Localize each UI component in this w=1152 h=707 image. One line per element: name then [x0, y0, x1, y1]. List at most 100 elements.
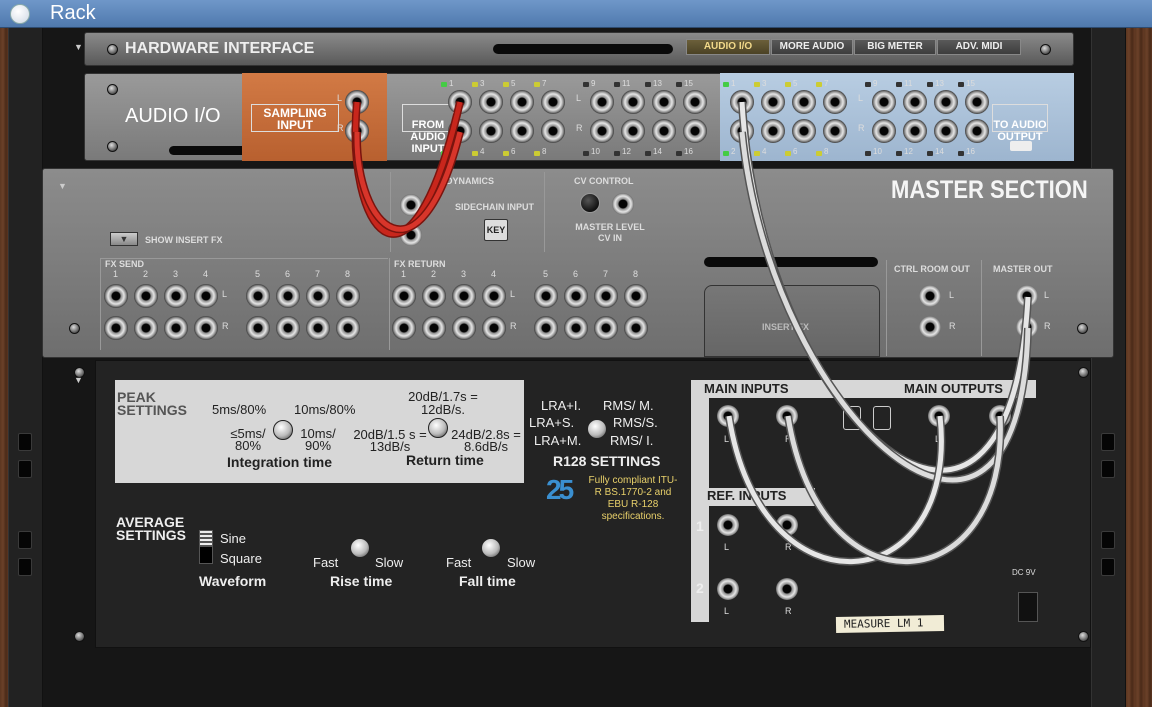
audio-input-jack-10[interactable] [590, 119, 614, 143]
audio-input-jack-3[interactable] [479, 90, 503, 114]
master-out-r-jack[interactable] [1016, 316, 1038, 338]
audio-input-jack-16[interactable] [683, 119, 707, 143]
fx-return-l-jack-2[interactable] [422, 284, 446, 308]
main-input-l-jack[interactable] [717, 405, 739, 427]
audio-output-jack-8[interactable] [823, 119, 847, 143]
fx-send-l-jack-5[interactable] [246, 284, 270, 308]
return-time-knob[interactable] [428, 418, 448, 438]
fx-return-r-jack-2[interactable] [422, 316, 446, 340]
audio-input-jack-8[interactable] [541, 119, 565, 143]
main-output-r-jack[interactable] [989, 405, 1011, 427]
adv-midi-button[interactable]: ADV. MIDI [937, 39, 1021, 55]
fx-return-r-jack-1[interactable] [392, 316, 416, 340]
r128-settings-knob[interactable] [587, 419, 607, 439]
audio-output-jack-6[interactable] [792, 119, 816, 143]
audio-output-jack-15[interactable] [965, 90, 989, 114]
link-switch-icon[interactable] [873, 406, 891, 430]
audio-output-jack-11[interactable] [903, 90, 927, 114]
sampling-input-l-jack[interactable] [345, 90, 369, 114]
audio-input-jack-14[interactable] [652, 119, 676, 143]
audio-input-jack-6[interactable] [510, 119, 534, 143]
collapse-arrow-icon[interactable]: ▼ [74, 375, 83, 385]
audio-input-jack-12[interactable] [621, 119, 645, 143]
window-circle-icon[interactable] [10, 4, 30, 24]
audio-input-jack-5[interactable] [510, 90, 534, 114]
audio-output-jack-4[interactable] [761, 119, 785, 143]
rise-time-knob[interactable] [350, 538, 370, 558]
audio-output-jack-12[interactable] [903, 119, 927, 143]
cv-in-jack[interactable] [612, 193, 634, 215]
fx-return-l-jack-4[interactable] [482, 284, 506, 308]
ctrl-room-out-l-jack[interactable] [919, 285, 941, 307]
link-switch-icon[interactable] [843, 406, 861, 430]
waveform-switch[interactable] [199, 530, 213, 564]
show-insert-fx-button[interactable]: ▼ [110, 232, 138, 246]
collapse-arrow-icon[interactable]: ▼ [74, 42, 83, 52]
audio-output-jack-13[interactable] [934, 90, 958, 114]
fx-send-r-jack-8[interactable] [336, 316, 360, 340]
audio-input-jack-13[interactable] [652, 90, 676, 114]
fx-send-r-jack-1[interactable] [104, 316, 128, 340]
audio-input-jack-7[interactable] [541, 90, 565, 114]
fx-return-l-jack-5[interactable] [534, 284, 558, 308]
audio-input-jack-15[interactable] [683, 90, 707, 114]
fx-return-l-jack-8[interactable] [624, 284, 648, 308]
audio-io-button[interactable]: AUDIO I/O [686, 39, 770, 55]
audio-output-jack-3[interactable] [761, 90, 785, 114]
audio-input-jack-9[interactable] [590, 90, 614, 114]
audio-output-jack-1[interactable] [730, 90, 754, 114]
fx-send-l-jack-8[interactable] [336, 284, 360, 308]
ref2-l-jack[interactable] [717, 578, 739, 600]
fx-send-l-jack-4[interactable] [194, 284, 218, 308]
fall-time-knob[interactable] [481, 538, 501, 558]
insert-fx-area[interactable] [704, 285, 880, 357]
ctrl-room-out-r-jack[interactable] [919, 316, 941, 338]
dc-power-jack[interactable] [1018, 592, 1038, 622]
sidechain-r-jack[interactable] [400, 224, 422, 246]
audio-input-jack-11[interactable] [621, 90, 645, 114]
fx-return-r-jack-7[interactable] [594, 316, 618, 340]
audio-output-jack-5[interactable] [792, 90, 816, 114]
fx-return-r-jack-8[interactable] [624, 316, 648, 340]
fx-send-l-jack-7[interactable] [306, 284, 330, 308]
ref1-l-jack[interactable] [717, 514, 739, 536]
audio-output-jack-14[interactable] [934, 119, 958, 143]
fx-send-r-jack-5[interactable] [246, 316, 270, 340]
key-button[interactable]: KEY [484, 219, 508, 241]
audio-output-jack-7[interactable] [823, 90, 847, 114]
fx-return-r-jack-5[interactable] [534, 316, 558, 340]
fx-return-l-jack-7[interactable] [594, 284, 618, 308]
fx-return-l-jack-6[interactable] [564, 284, 588, 308]
fx-send-r-jack-6[interactable] [276, 316, 300, 340]
ref1-r-jack[interactable] [776, 514, 798, 536]
audio-input-jack-4[interactable] [479, 119, 503, 143]
sidechain-l-jack[interactable] [400, 194, 422, 216]
audio-output-jack-9[interactable] [872, 90, 896, 114]
fx-send-l-jack-6[interactable] [276, 284, 300, 308]
fx-send-l-jack-2[interactable] [134, 284, 158, 308]
audio-input-jack-1[interactable] [448, 90, 472, 114]
fx-send-r-jack-3[interactable] [164, 316, 188, 340]
fx-send-l-jack-3[interactable] [164, 284, 188, 308]
collapse-arrow-icon[interactable]: ▼ [58, 181, 67, 191]
master-level-cv-knob[interactable] [580, 193, 600, 213]
audio-output-jack-10[interactable] [872, 119, 896, 143]
big-meter-button[interactable]: BIG METER [854, 39, 936, 55]
fx-send-r-jack-4[interactable] [194, 316, 218, 340]
audio-output-jack-16[interactable] [965, 119, 989, 143]
fx-return-r-jack-6[interactable] [564, 316, 588, 340]
ref2-r-jack[interactable] [776, 578, 798, 600]
audio-output-jack-2[interactable] [730, 119, 754, 143]
fx-send-r-jack-7[interactable] [306, 316, 330, 340]
fx-return-r-jack-4[interactable] [482, 316, 506, 340]
integration-time-knob[interactable] [273, 420, 293, 440]
audio-input-jack-2[interactable] [448, 119, 472, 143]
name-tape[interactable]: MEASURE LM 1 [835, 615, 945, 633]
fx-return-l-jack-1[interactable] [392, 284, 416, 308]
sampling-input-r-jack[interactable] [345, 119, 369, 143]
main-input-r-jack[interactable] [776, 405, 798, 427]
more-audio-button[interactable]: MORE AUDIO [771, 39, 853, 55]
fx-return-l-jack-3[interactable] [452, 284, 476, 308]
main-output-l-jack[interactable] [928, 405, 950, 427]
fx-send-l-jack-1[interactable] [104, 284, 128, 308]
